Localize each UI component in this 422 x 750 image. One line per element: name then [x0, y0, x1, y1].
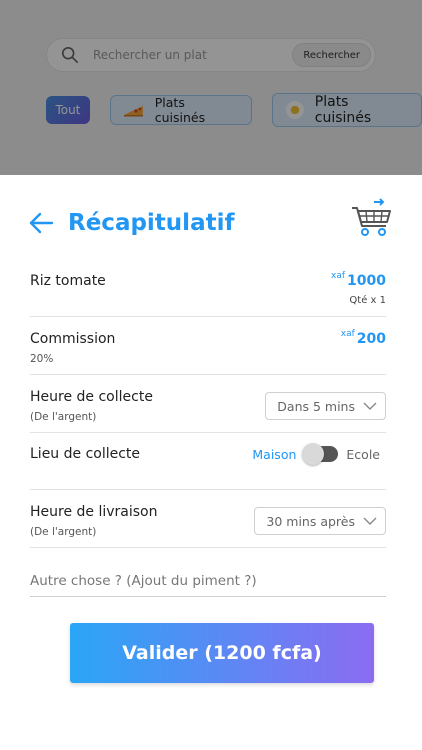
cart-icon[interactable] [350, 195, 394, 239]
pickup-time-select[interactable]: Dans 5 mins [265, 392, 386, 420]
toggle-knob[interactable] [302, 443, 325, 465]
note-input[interactable] [30, 565, 386, 597]
summary-sheet: Récapitulatif Riz tomate xaf 1000 Qté x … [0, 175, 422, 750]
product-row: Riz tomate xaf 1000 Qté x 1 [30, 271, 386, 317]
price-value: 1000 [347, 273, 386, 289]
pickup-time-row: Heure de collecte (De l'argent) Dans 5 m… [30, 389, 386, 433]
commission-row: Commission 20% xaf 200 [30, 329, 386, 375]
option-maison[interactable]: Maison [252, 447, 296, 462]
chevron-down-icon [363, 402, 377, 410]
commission-rate: 20% [30, 353, 54, 365]
pickup-place-switch: Maison Ecole [252, 443, 380, 465]
pickup-time-value: Dans 5 mins [277, 398, 355, 414]
delivery-time-row: Heure de livraison (De l'argent) 30 mins… [30, 504, 386, 548]
sheet-header: Récapitulatif [28, 198, 394, 243]
delivery-time-value: 30 mins après [266, 513, 355, 529]
currency-label: xaf [340, 329, 355, 339]
submit-button[interactable]: Valider (1200 fcfa) [70, 623, 374, 683]
product-price: xaf 1000 [331, 271, 386, 289]
option-ecole[interactable]: Ecole [346, 447, 380, 462]
pickup-place-row: Lieu de collecte Maison Ecole [30, 443, 386, 490]
chevron-down-icon [363, 517, 377, 525]
back-arrow-icon[interactable] [28, 210, 54, 236]
dim-overlay[interactable] [0, 0, 422, 175]
delivery-time-select[interactable]: 30 mins après [254, 507, 386, 535]
product-quantity: Qté x 1 [349, 295, 386, 306]
page-title: Récapitulatif [68, 210, 235, 236]
commission-price: xaf 200 [340, 329, 386, 347]
pickup-place-toggle[interactable] [302, 443, 339, 465]
currency-label: xaf [331, 271, 346, 281]
price-value: 200 [356, 331, 386, 347]
commission-label: Commission [30, 331, 116, 347]
